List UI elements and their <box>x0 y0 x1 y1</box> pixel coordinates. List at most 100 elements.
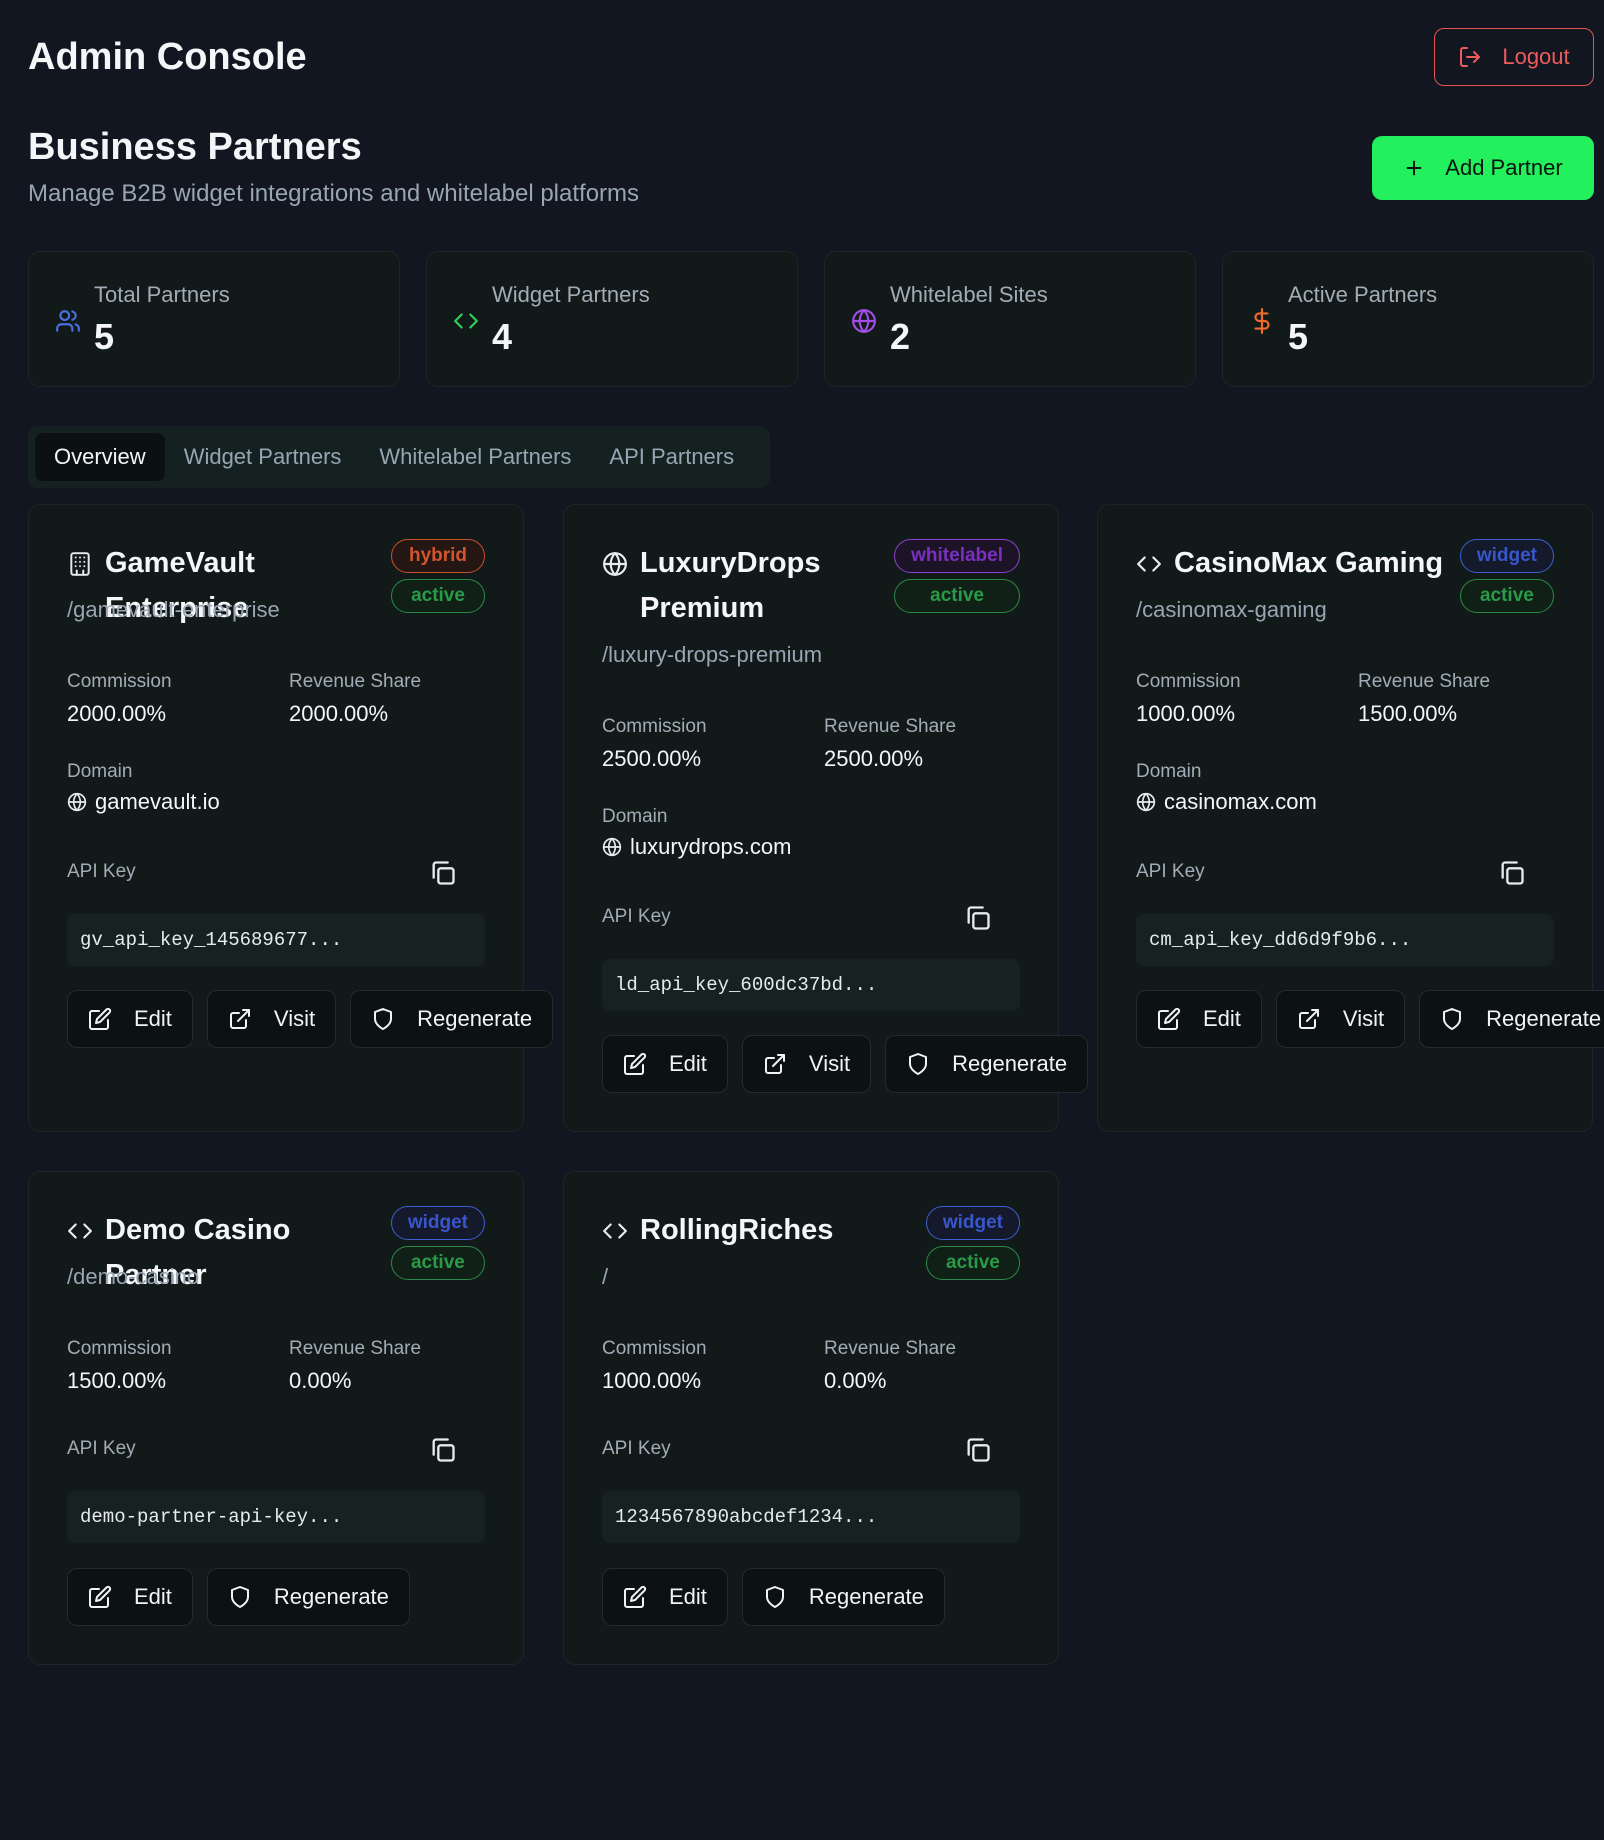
revenue-share-label: Revenue Share <box>289 671 422 692</box>
top-bar: Admin Console Logout <box>28 28 1594 94</box>
code-icon <box>454 313 478 329</box>
partner-slug: /casinomax-gaming <box>1136 597 1327 622</box>
api-key-label: API Key <box>602 906 671 927</box>
revenue-share-value: 0.00% <box>289 1368 352 1393</box>
edit-button[interactable]: Edit <box>602 1035 728 1093</box>
partner-slug: /demo-casino <box>67 1264 200 1289</box>
regenerate-button[interactable]: Regenerate <box>350 990 554 1048</box>
status-badge: active <box>1459 579 1554 613</box>
commission-value: 1500.00% <box>67 1368 167 1393</box>
card-actions: Edit Regenerate <box>67 1568 410 1626</box>
card-actions: Edit Visit Regenerate <box>1136 990 1604 1048</box>
card-actions: Edit Regenerate <box>602 1568 945 1626</box>
badge-group: widget active <box>390 1206 485 1280</box>
domain-row: luxurydrops.com <box>602 834 791 860</box>
api-key-label: API Key <box>602 1438 671 1459</box>
visit-label: Visit <box>808 1051 851 1076</box>
tab-whitelabel-partners[interactable]: Whitelabel Partners <box>360 433 590 481</box>
tab-overview[interactable]: Overview <box>35 433 165 481</box>
commission-value: 2500.00% <box>602 746 702 771</box>
regenerate-button[interactable]: Regenerate <box>741 1568 945 1626</box>
regenerate-button[interactable]: Regenerate <box>1419 990 1604 1048</box>
edit-button[interactable]: Edit <box>67 1568 193 1626</box>
partner-slug: / <box>602 1264 609 1289</box>
page-subtitle: Manage B2B widget integrations and white… <box>28 180 640 207</box>
add-partner-button[interactable]: Add Partner <box>1372 136 1594 200</box>
visit-label: Visit <box>273 1006 316 1031</box>
regenerate-button[interactable]: Regenerate <box>885 1035 1089 1093</box>
tab-bar: Overview Widget Partners Whitelabel Part… <box>28 426 770 488</box>
partner-name: RollingRiches <box>640 1214 834 1246</box>
visit-button[interactable]: Visit <box>741 1035 872 1093</box>
tab-widget-partners[interactable]: Widget Partners <box>165 433 361 481</box>
api-key-value: 1234567890abcdef1234... <box>602 1491 1020 1543</box>
copy-icon[interactable] <box>1498 859 1526 887</box>
revenue-share-value: 1500.00% <box>1358 701 1458 726</box>
copy-icon[interactable] <box>429 859 457 887</box>
code-icon <box>68 1223 92 1239</box>
commission-value: 1000.00% <box>1136 701 1236 726</box>
partner-card: Demo Casino Partner widget active /demo-… <box>28 1171 524 1665</box>
code-icon <box>1137 556 1161 572</box>
commission-label: Commission <box>67 1338 172 1359</box>
partner-slug: /gamevault-enterprise <box>67 597 280 622</box>
copy-icon[interactable] <box>964 904 992 932</box>
revenue-share-label: Revenue Share <box>824 716 957 737</box>
stat-card-whitelabel-sites: Whitelabel Sites 2 <box>824 251 1196 387</box>
edit-icon <box>89 1007 112 1030</box>
edit-icon <box>624 1585 647 1608</box>
stat-value: 2 <box>890 316 911 357</box>
copy-icon[interactable] <box>964 1436 992 1464</box>
globe-icon <box>67 792 87 812</box>
card-actions: Edit Visit Regenerate <box>67 990 554 1048</box>
partner-name: LuxuryDrops Premium <box>640 547 821 624</box>
commission-value: 2000.00% <box>67 701 167 726</box>
card-header: RollingRiches <box>602 1208 922 1253</box>
tab-api-partners[interactable]: API Partners <box>590 433 753 481</box>
domain-value: gamevault.io <box>95 789 220 814</box>
stat-card-active-partners: Active Partners 5 <box>1222 251 1594 387</box>
stat-value: 5 <box>1288 316 1309 357</box>
external-link-icon <box>229 1009 250 1029</box>
globe-icon <box>603 552 627 576</box>
edit-label: Edit <box>669 1584 707 1609</box>
badge-group: whitelabel active <box>894 539 1020 613</box>
regenerate-label: Regenerate <box>952 1051 1068 1076</box>
visit-button[interactable]: Visit <box>206 990 337 1048</box>
stat-label: Widget Partners <box>492 282 650 307</box>
type-badge: widget <box>390 1206 485 1240</box>
code-icon <box>603 1223 627 1239</box>
plus-icon <box>1406 160 1422 176</box>
status-badge: active <box>925 1246 1020 1280</box>
stat-card-total-partners: Total Partners 5 <box>28 251 400 387</box>
stat-label: Active Partners <box>1288 282 1438 307</box>
shield-icon <box>765 1586 784 1608</box>
revenue-share-label: Revenue Share <box>289 1338 422 1359</box>
domain-row: casinomax.com <box>1136 789 1317 815</box>
api-key-label: API Key <box>67 861 136 882</box>
partner-slug: /luxury-drops-premium <box>602 642 823 667</box>
stat-value: 4 <box>492 316 513 357</box>
logout-button[interactable]: Logout <box>1434 28 1594 86</box>
type-badge: hybrid <box>391 539 485 573</box>
regenerate-label: Regenerate <box>273 1584 389 1609</box>
status-badge: active <box>390 1246 485 1280</box>
copy-icon[interactable] <box>429 1436 457 1464</box>
domain-value: casinomax.com <box>1164 789 1317 814</box>
edit-button[interactable]: Edit <box>602 1568 728 1626</box>
globe-icon <box>1136 792 1156 812</box>
edit-button[interactable]: Edit <box>67 990 193 1048</box>
globe-icon <box>852 309 876 333</box>
api-key-value: ld_api_key_600dc37bd... <box>602 959 1020 1011</box>
edit-label: Edit <box>669 1051 707 1076</box>
partner-card: CasinoMax Gaming widget active /casinoma… <box>1097 504 1604 1132</box>
edit-button[interactable]: Edit <box>1136 990 1262 1048</box>
regenerate-button[interactable]: Regenerate <box>206 1568 410 1626</box>
domain-value: luxurydrops.com <box>630 834 792 859</box>
revenue-share-value: 2500.00% <box>824 746 924 771</box>
domain-label: Domain <box>67 761 133 782</box>
revenue-share-label: Revenue Share <box>824 1338 957 1359</box>
partner-card: RollingRiches widget active / Commission… <box>563 1171 1059 1665</box>
revenue-share-value: 2000.00% <box>289 701 389 726</box>
visit-button[interactable]: Visit <box>1275 990 1406 1048</box>
